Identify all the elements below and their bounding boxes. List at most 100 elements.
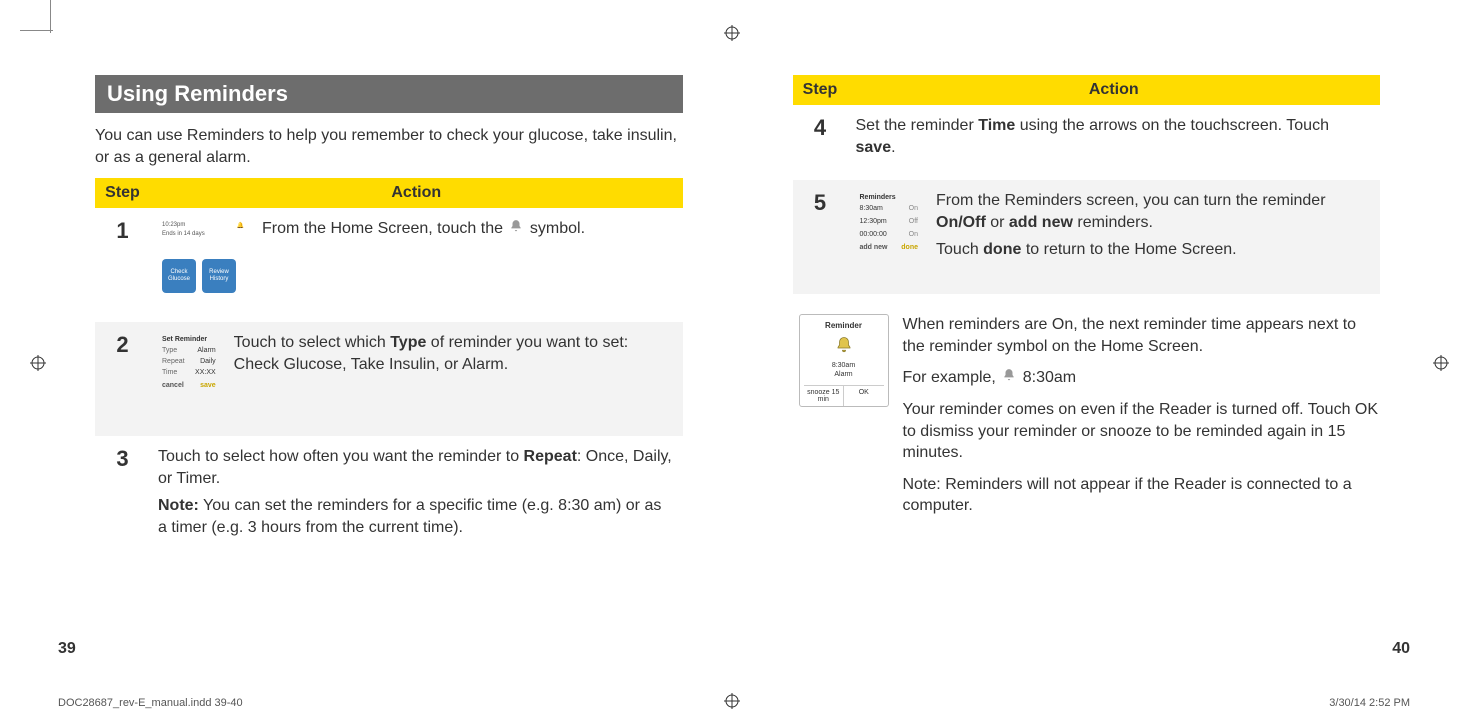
text-fragment: From the Home Screen, touch the <box>262 220 507 237</box>
text-fragment: Type <box>390 334 426 351</box>
text-fragment: You can set the reminders for a specific… <box>158 497 661 536</box>
mock-time: 10:23pm <box>162 222 185 229</box>
mock-title: Set Reminder <box>162 336 216 343</box>
table-header-left: Step Action <box>95 178 683 208</box>
table-row: 5 Reminders 8:30am On 12:30pm Off 00:00:00… <box>793 180 1381 294</box>
table-header-right: Step Action <box>793 75 1381 105</box>
text-fragment: Touch <box>936 241 983 258</box>
text-fragment: symbol. <box>530 220 585 237</box>
page-number-right: 40 <box>1392 640 1410 658</box>
text-fragment: or <box>986 214 1009 231</box>
mock-label-repeat: Repeat <box>162 358 185 365</box>
text-fragment: On/Off <box>936 214 986 231</box>
mock-value-type: Alarm <box>197 347 215 354</box>
page-left: Using Reminders You can use Reminders to… <box>95 75 683 561</box>
text-fragment: add new <box>1009 214 1073 231</box>
reminder-time: 00:00:00 <box>860 231 887 238</box>
reminder-time: 12:30pm <box>860 218 887 225</box>
mock-add-new-button: add new <box>860 244 888 251</box>
text-fragment: From the Reminders screen, you can turn … <box>936 192 1326 209</box>
page-number-left: 39 <box>58 640 76 658</box>
header-action: Action <box>150 178 683 208</box>
text-fragment: Time <box>978 117 1015 134</box>
registration-mark-left <box>30 355 46 371</box>
mock-value-repeat: Daily <box>200 358 216 365</box>
text-fragment: Set the reminder <box>856 117 979 134</box>
popup-title: Reminder <box>804 321 884 330</box>
action-text: Set the reminder Time using the arrows o… <box>856 115 1373 158</box>
text-fragment: . <box>891 139 895 156</box>
reminder-state: On <box>909 205 918 212</box>
mock-sensor-text: Ends in 14 days <box>162 231 244 237</box>
step-number: 4 <box>793 105 848 180</box>
text-fragment: Touch to select how often you want the r… <box>158 448 524 465</box>
mock-label-time: Time <box>162 369 177 376</box>
action-text: Touch to select how often you want the r… <box>158 446 675 538</box>
footer-timestamp: 3/30/14 2:52 PM <box>1329 697 1410 709</box>
bell-icon <box>1002 367 1016 389</box>
tile-check-glucose: Check Glucose <box>162 259 196 293</box>
mock-done-button: done <box>901 244 918 251</box>
text-fragment: done <box>983 241 1021 258</box>
mock-cancel-button: cancel <box>162 382 184 389</box>
step-number: 1 <box>95 208 150 322</box>
text-fragment: Touch to select which <box>234 334 391 351</box>
reminder-state: Off <box>909 218 918 225</box>
step-number: 3 <box>95 436 150 560</box>
mock-title: Reminders <box>860 194 919 201</box>
reminders-list-mock: Reminders 8:30am On 12:30pm Off 00:00:00 On… <box>856 190 923 278</box>
text-fragment: using the arrows on the touchscreen. Tou… <box>1015 117 1329 134</box>
popup-snooze-button: snooze 15 min <box>804 386 845 406</box>
text-fragment: 8:30am <box>1023 369 1076 386</box>
table-row: 3 Touch to select how often you want the… <box>95 436 683 560</box>
text-fragment: Repeat <box>524 448 577 465</box>
bell-icon: 🔔 <box>237 222 244 229</box>
reminder-popup-mock: Reminder 8:30am Alarm snooze 15 min OK <box>799 314 889 407</box>
action-text: From the Home Screen, touch the symbol. <box>262 218 585 306</box>
header-action: Action <box>848 75 1381 105</box>
crop-mark-vertical <box>50 0 51 33</box>
notes-text: When reminders are On, the next reminder… <box>903 314 1381 527</box>
text-fragment: to dismiss your reminder or <box>903 423 1100 440</box>
text-fragment: save <box>856 139 892 156</box>
header-step: Step <box>95 178 150 208</box>
mock-label-type: Type <box>162 347 177 354</box>
step-number: 5 <box>793 180 848 294</box>
section-title: Using Reminders <box>95 75 683 113</box>
intro-text: You can use Reminders to help you rememb… <box>95 125 683 168</box>
bell-icon <box>804 336 884 356</box>
text-fragment: OK <box>1355 401 1378 418</box>
page-right: Step Action 4 Set the reminder Time usin… <box>793 75 1381 561</box>
table-row: 4 Set the reminder Time using the arrows… <box>793 105 1381 180</box>
text-fragment: reminders. <box>1073 214 1153 231</box>
table-row: 2 Set Reminder Type Alarm Repeat Daily Tim… <box>95 322 683 436</box>
registration-mark-right <box>1433 355 1449 371</box>
text-fragment: snooze <box>1100 423 1152 440</box>
tile-review-history: Review History <box>202 259 236 293</box>
registration-mark-top <box>724 25 740 41</box>
mock-save-button: save <box>200 382 216 389</box>
text-fragment: Note: <box>158 497 199 514</box>
bell-icon <box>509 218 523 240</box>
action-text: Touch to select which Type of reminder y… <box>234 332 675 420</box>
text-fragment: When reminders are On, the next reminder… <box>903 314 1381 357</box>
step-number: 2 <box>95 322 150 436</box>
set-reminder-mock: Set Reminder Type Alarm Repeat Daily Time X… <box>158 332 220 420</box>
mock-value-time: XX:XX <box>195 369 216 376</box>
reminder-state: On <box>909 231 918 238</box>
popup-time: 8:30am <box>804 362 884 370</box>
text-fragment: Your reminder comes on even if the Reade… <box>903 401 1355 418</box>
table-row: 1 10:23pm 🔔 Ends in 14 days Check Glucos… <box>95 208 683 322</box>
text-fragment: For example, <box>903 369 1001 386</box>
home-screen-mock: 10:23pm 🔔 Ends in 14 days Check Glucose … <box>158 218 248 306</box>
print-footer: DOC28687_rev-E_manual.indd 39-40 3/30/14… <box>58 697 1410 709</box>
crop-mark-horizontal <box>20 30 53 31</box>
header-step: Step <box>793 75 848 105</box>
reminder-time: 8:30am <box>860 205 883 212</box>
footer-file: DOC28687_rev-E_manual.indd 39-40 <box>58 697 243 709</box>
popup-type: Alarm <box>804 371 884 379</box>
action-text: From the Reminders screen, you can turn … <box>936 190 1372 278</box>
notes-block: Reminder 8:30am Alarm snooze 15 min OK W… <box>793 314 1381 527</box>
text-fragment: Note: <box>903 476 941 493</box>
text-fragment: Reminders will not appear if the Reader … <box>903 476 1352 515</box>
